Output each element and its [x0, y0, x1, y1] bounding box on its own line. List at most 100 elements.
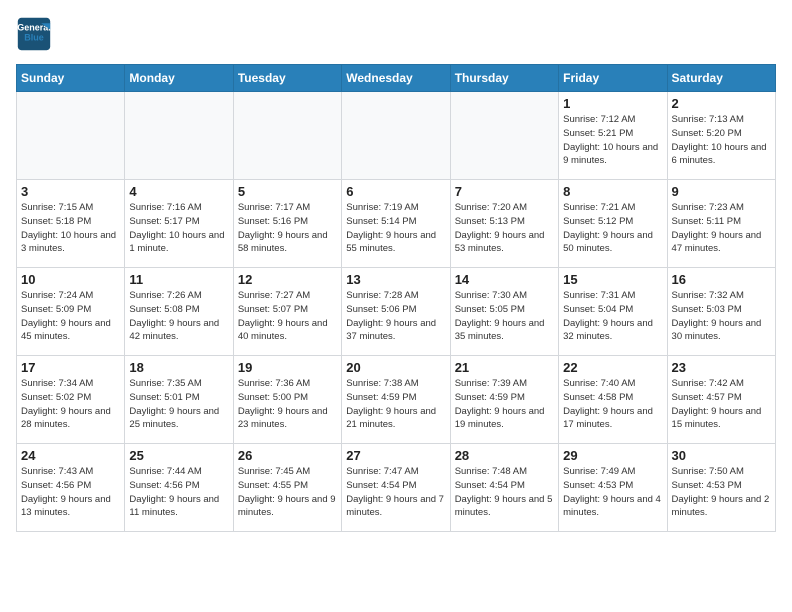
day-info: Sunrise: 7:15 AM Sunset: 5:18 PM Dayligh… [21, 201, 120, 256]
day-info: Sunrise: 7:45 AM Sunset: 4:55 PM Dayligh… [238, 465, 337, 520]
day-info: Sunrise: 7:26 AM Sunset: 5:08 PM Dayligh… [129, 289, 228, 344]
day-number: 7 [455, 184, 554, 199]
day-info: Sunrise: 7:40 AM Sunset: 4:58 PM Dayligh… [563, 377, 662, 432]
day-info: Sunrise: 7:13 AM Sunset: 5:20 PM Dayligh… [672, 113, 771, 168]
day-info: Sunrise: 7:42 AM Sunset: 4:57 PM Dayligh… [672, 377, 771, 432]
day-number: 2 [672, 96, 771, 111]
day-info: Sunrise: 7:12 AM Sunset: 5:21 PM Dayligh… [563, 113, 662, 168]
week-row-1: 1 Sunrise: 7:12 AM Sunset: 5:21 PM Daylig… [17, 92, 776, 180]
calendar-cell: 15 Sunrise: 7:31 AM Sunset: 5:04 PM Dayli… [559, 268, 667, 356]
calendar-cell: 11 Sunrise: 7:26 AM Sunset: 5:08 PM Dayli… [125, 268, 233, 356]
logo-icon: General Blue [16, 16, 52, 52]
day-info: Sunrise: 7:19 AM Sunset: 5:14 PM Dayligh… [346, 201, 445, 256]
day-info: Sunrise: 7:47 AM Sunset: 4:54 PM Dayligh… [346, 465, 445, 520]
calendar-cell [342, 92, 450, 180]
calendar-cell: 27 Sunrise: 7:47 AM Sunset: 4:54 PM Dayli… [342, 444, 450, 532]
calendar-cell [125, 92, 233, 180]
calendar-cell: 17 Sunrise: 7:34 AM Sunset: 5:02 PM Dayli… [17, 356, 125, 444]
day-info: Sunrise: 7:31 AM Sunset: 5:04 PM Dayligh… [563, 289, 662, 344]
day-number: 23 [672, 360, 771, 375]
day-info: Sunrise: 7:20 AM Sunset: 5:13 PM Dayligh… [455, 201, 554, 256]
day-info: Sunrise: 7:23 AM Sunset: 5:11 PM Dayligh… [672, 201, 771, 256]
logo: General Blue [16, 16, 58, 52]
calendar-cell [17, 92, 125, 180]
day-info: Sunrise: 7:32 AM Sunset: 5:03 PM Dayligh… [672, 289, 771, 344]
day-number: 1 [563, 96, 662, 111]
calendar-cell: 30Sunrise: 7:50 AM Sunset: 4:53 PM Dayli… [667, 444, 775, 532]
day-info: Sunrise: 7:35 AM Sunset: 5:01 PM Dayligh… [129, 377, 228, 432]
calendar-cell: 19Sunrise: 7:36 AM Sunset: 5:00 PM Dayli… [233, 356, 341, 444]
day-number: 17 [21, 360, 120, 375]
calendar-cell: 21Sunrise: 7:39 AM Sunset: 4:59 PM Dayli… [450, 356, 558, 444]
day-info: Sunrise: 7:30 AM Sunset: 5:05 PM Dayligh… [455, 289, 554, 344]
calendar-cell: 23 Sunrise: 7:42 AM Sunset: 4:57 PM Dayli… [667, 356, 775, 444]
day-number: 19 [238, 360, 337, 375]
day-info: Sunrise: 7:17 AM Sunset: 5:16 PM Dayligh… [238, 201, 337, 256]
weekday-header-row: SundayMondayTuesdayWednesdayThursdayFrid… [17, 65, 776, 92]
day-number: 28 [455, 448, 554, 463]
day-number: 9 [672, 184, 771, 199]
calendar-cell: 10 Sunrise: 7:24 AM Sunset: 5:09 PM Dayli… [17, 268, 125, 356]
day-number: 18 [129, 360, 228, 375]
day-number: 25 [129, 448, 228, 463]
calendar-cell: 12 Sunrise: 7:27 AM Sunset: 5:07 PM Dayli… [233, 268, 341, 356]
calendar-cell: 9 Sunrise: 7:23 AM Sunset: 5:11 PM Daylig… [667, 180, 775, 268]
day-info: Sunrise: 7:38 AM Sunset: 4:59 PM Dayligh… [346, 377, 445, 432]
day-number: 15 [563, 272, 662, 287]
calendar-cell: 3 Sunrise: 7:15 AM Sunset: 5:18 PM Daylig… [17, 180, 125, 268]
calendar-cell: 6 Sunrise: 7:19 AM Sunset: 5:14 PM Daylig… [342, 180, 450, 268]
svg-text:Blue: Blue [24, 32, 44, 42]
week-row-2: 3 Sunrise: 7:15 AM Sunset: 5:18 PM Daylig… [17, 180, 776, 268]
day-number: 5 [238, 184, 337, 199]
calendar-cell: 8 Sunrise: 7:21 AM Sunset: 5:12 PM Daylig… [559, 180, 667, 268]
day-info: Sunrise: 7:27 AM Sunset: 5:07 PM Dayligh… [238, 289, 337, 344]
calendar-cell: 7 Sunrise: 7:20 AM Sunset: 5:13 PM Daylig… [450, 180, 558, 268]
day-info: Sunrise: 7:43 AM Sunset: 4:56 PM Dayligh… [21, 465, 120, 520]
day-number: 27 [346, 448, 445, 463]
weekday-header-thursday: Thursday [450, 65, 558, 92]
calendar-cell: 5 Sunrise: 7:17 AM Sunset: 5:16 PM Daylig… [233, 180, 341, 268]
day-info: Sunrise: 7:44 AM Sunset: 4:56 PM Dayligh… [129, 465, 228, 520]
day-number: 4 [129, 184, 228, 199]
calendar-table: SundayMondayTuesdayWednesdayThursdayFrid… [16, 64, 776, 532]
calendar-cell: 28 Sunrise: 7:48 AM Sunset: 4:54 PM Dayli… [450, 444, 558, 532]
calendar-cell: 20 Sunrise: 7:38 AM Sunset: 4:59 PM Dayli… [342, 356, 450, 444]
day-number: 16 [672, 272, 771, 287]
weekday-header-saturday: Saturday [667, 65, 775, 92]
day-number: 12 [238, 272, 337, 287]
day-info: Sunrise: 7:21 AM Sunset: 5:12 PM Dayligh… [563, 201, 662, 256]
day-number: 8 [563, 184, 662, 199]
day-number: 3 [21, 184, 120, 199]
week-row-4: 17 Sunrise: 7:34 AM Sunset: 5:02 PM Dayli… [17, 356, 776, 444]
calendar-cell: 29Sunrise: 7:49 AM Sunset: 4:53 PM Dayli… [559, 444, 667, 532]
calendar-cell: 14 Sunrise: 7:30 AM Sunset: 5:05 PM Dayli… [450, 268, 558, 356]
day-info: Sunrise: 7:16 AM Sunset: 5:17 PM Dayligh… [129, 201, 228, 256]
calendar-cell: 1 Sunrise: 7:12 AM Sunset: 5:21 PM Daylig… [559, 92, 667, 180]
day-number: 21 [455, 360, 554, 375]
day-number: 20 [346, 360, 445, 375]
day-info: Sunrise: 7:24 AM Sunset: 5:09 PM Dayligh… [21, 289, 120, 344]
day-number: 29 [563, 448, 662, 463]
day-number: 10 [21, 272, 120, 287]
calendar-cell: 2 Sunrise: 7:13 AM Sunset: 5:20 PM Daylig… [667, 92, 775, 180]
day-number: 14 [455, 272, 554, 287]
weekday-header-sunday: Sunday [17, 65, 125, 92]
week-row-3: 10 Sunrise: 7:24 AM Sunset: 5:09 PM Dayli… [17, 268, 776, 356]
day-number: 24 [21, 448, 120, 463]
day-number: 22 [563, 360, 662, 375]
day-number: 11 [129, 272, 228, 287]
weekday-header-friday: Friday [559, 65, 667, 92]
day-number: 6 [346, 184, 445, 199]
day-number: 13 [346, 272, 445, 287]
calendar-cell: 16 Sunrise: 7:32 AM Sunset: 5:03 PM Dayli… [667, 268, 775, 356]
calendar-cell: 26Sunrise: 7:45 AM Sunset: 4:55 PM Dayli… [233, 444, 341, 532]
weekday-header-monday: Monday [125, 65, 233, 92]
day-info: Sunrise: 7:34 AM Sunset: 5:02 PM Dayligh… [21, 377, 120, 432]
calendar-cell: 4 Sunrise: 7:16 AM Sunset: 5:17 PM Daylig… [125, 180, 233, 268]
calendar-cell: 24 Sunrise: 7:43 AM Sunset: 4:56 PM Dayli… [17, 444, 125, 532]
calendar-cell [450, 92, 558, 180]
day-info: Sunrise: 7:28 AM Sunset: 5:06 PM Dayligh… [346, 289, 445, 344]
day-info: Sunrise: 7:50 AM Sunset: 4:53 PM Dayligh… [672, 465, 771, 520]
day-info: Sunrise: 7:48 AM Sunset: 4:54 PM Dayligh… [455, 465, 554, 520]
weekday-header-tuesday: Tuesday [233, 65, 341, 92]
